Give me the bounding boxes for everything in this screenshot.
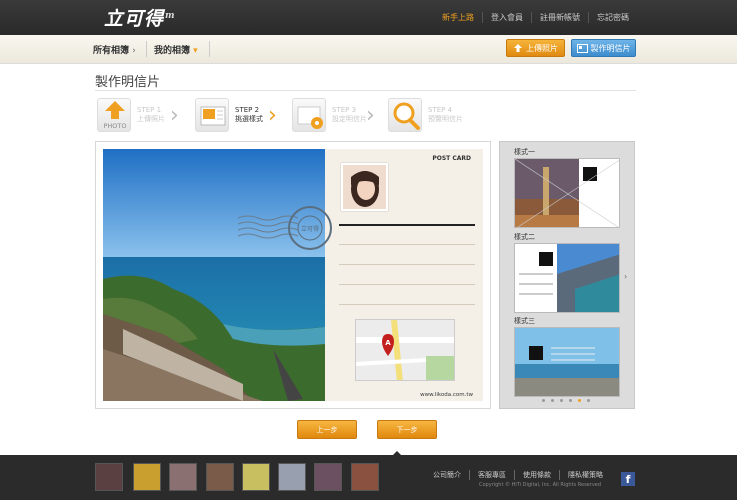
- address-line: [339, 284, 475, 285]
- upload-photo-button[interactable]: 上傳照片: [506, 39, 565, 57]
- step-2-label: STEP 2 挑選樣式: [235, 106, 263, 123]
- top-links: 新手上路 登入會員 註冊新帳號 忘記密碼: [434, 12, 637, 23]
- avatar[interactable]: [95, 463, 123, 491]
- avatar[interactable]: [351, 463, 379, 491]
- link-support[interactable]: 客服專區: [469, 470, 514, 480]
- avatar[interactable]: [278, 463, 306, 491]
- divider: [95, 90, 636, 91]
- style-1-thumbnail[interactable]: [514, 158, 620, 228]
- tab-all-albums[interactable]: 所有相簿 ›: [93, 43, 136, 56]
- svg-text:A: A: [385, 339, 391, 347]
- chevron-right-icon: ›: [132, 46, 136, 56]
- style-1-label: 樣式一: [514, 148, 535, 156]
- chevron-right-icon[interactable]: ›: [624, 272, 627, 281]
- chevron-down-icon: ▾: [193, 46, 198, 56]
- postcard-icon: [576, 43, 588, 53]
- avatar[interactable]: [242, 463, 270, 491]
- address-line: [339, 224, 475, 226]
- step-4-label: STEP 4 預覽明信片: [428, 106, 463, 123]
- page-dot[interactable]: [551, 399, 554, 402]
- address-line: [339, 264, 475, 265]
- postcard-label: POST CARD: [432, 155, 471, 162]
- top-bar: 立可得m 新手上路 登入會員 註冊新帳號 忘記密碼: [0, 0, 737, 35]
- style-2-label: 樣式二: [514, 233, 535, 241]
- page-dot[interactable]: [560, 399, 563, 402]
- upload-photo-icon: PHOTO: [97, 98, 131, 132]
- postcard-url: www.likoda.com.tw: [420, 392, 473, 398]
- tab-my-albums[interactable]: 我的相簿 ▾: [154, 43, 198, 56]
- address-line: [339, 244, 475, 245]
- avatar[interactable]: [133, 463, 161, 491]
- pagination-dots: [542, 399, 590, 402]
- prev-button[interactable]: 上一步: [297, 420, 357, 439]
- next-button[interactable]: 下一步: [377, 420, 437, 439]
- link-register[interactable]: 註冊新帳號: [531, 12, 588, 23]
- link-terms[interactable]: 使用條款: [514, 470, 559, 480]
- chevron-right-icon: ›: [268, 103, 277, 128]
- upload-arrow-icon: [514, 44, 522, 52]
- styles-panel: 樣式一 樣式二 › 樣式三: [499, 141, 635, 409]
- avatar[interactable]: [314, 463, 342, 491]
- postcard-preview: POST CARD A www.likoda.com.tw 立可得: [95, 141, 491, 409]
- postcard-photo: [103, 149, 325, 401]
- divider: [146, 41, 147, 57]
- avatar[interactable]: [169, 463, 197, 491]
- link-forgot-password[interactable]: 忘記密碼: [588, 12, 637, 23]
- logo-mark: m: [165, 10, 176, 21]
- link-beginner[interactable]: 新手上路: [434, 12, 482, 23]
- photo-icon-label: PHOTO: [103, 122, 126, 130]
- facebook-icon[interactable]: f: [621, 472, 635, 486]
- copyright: Copyright © HiTi Digital, Inc. All Right…: [479, 482, 602, 488]
- page-dot-active[interactable]: [578, 399, 581, 402]
- step-1-label: STEP 1 上傳照片: [137, 106, 165, 123]
- footer-links: 公司簡介 客服專區 使用條款 隱私權策略: [433, 470, 611, 480]
- chevron-right-icon: ›: [366, 103, 375, 128]
- postmark-stamp-icon: 立可得: [237, 204, 338, 258]
- style-3-thumbnail[interactable]: [514, 327, 620, 397]
- settings-icon: [292, 98, 326, 132]
- site-logo[interactable]: 立可得m: [104, 4, 176, 31]
- avatar[interactable]: [206, 463, 234, 491]
- make-postcard-button[interactable]: 製作明信片: [571, 39, 636, 57]
- link-privacy[interactable]: 隱私權策略: [559, 470, 611, 480]
- portrait-photo: [341, 163, 388, 211]
- style-3-label: 樣式三: [514, 317, 535, 325]
- address-line: [339, 304, 475, 305]
- page-dot[interactable]: [542, 399, 545, 402]
- preview-magnifier-icon: [388, 98, 422, 132]
- step-3-label: STEP 3 設定明信片: [332, 106, 367, 123]
- chevron-right-icon: ›: [170, 103, 179, 128]
- page-dot[interactable]: [569, 399, 572, 402]
- postcard-back: POST CARD A www.likoda.com.tw: [325, 149, 483, 401]
- link-login[interactable]: 登入會員: [482, 12, 531, 23]
- style-2-thumbnail[interactable]: [514, 243, 620, 313]
- page-title: 製作明信片: [95, 75, 161, 90]
- map-image: A: [355, 319, 455, 381]
- layout-icon: [195, 98, 229, 132]
- page-dot[interactable]: [587, 399, 590, 402]
- link-about[interactable]: 公司簡介: [433, 470, 469, 480]
- divider: [209, 41, 210, 57]
- stamp-text: 立可得: [301, 225, 319, 233]
